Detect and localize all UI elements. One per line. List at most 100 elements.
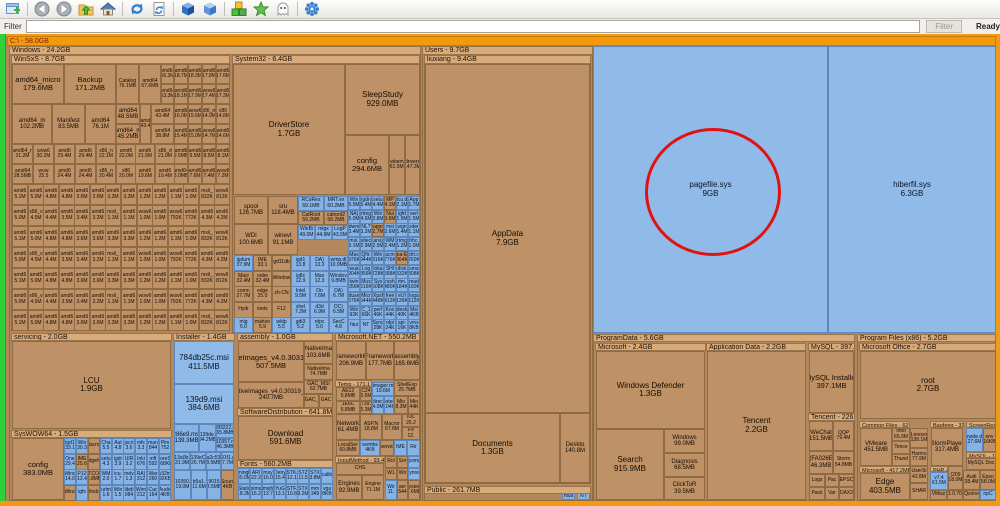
folder-cell[interactable]: x86_v4.5M bbox=[28, 205, 44, 226]
folder-cell[interactable]: amd65.0M bbox=[28, 226, 44, 247]
folder-cell[interactable]: Engine71.1M bbox=[362, 475, 384, 500]
filter-button[interactable]: Filter bbox=[926, 20, 962, 33]
folder-cell[interactable]: amd61.1M bbox=[168, 184, 184, 205]
section-header[interactable]: servicing - 2.0GB bbox=[11, 333, 172, 341]
file-cell[interactable]: free412K bbox=[384, 292, 396, 306]
folder-cell[interactable]: wow6812K bbox=[214, 268, 230, 289]
folder-cell[interactable]: x86_d21.9M bbox=[155, 144, 175, 164]
folder-cell[interactable]: amd64_micro179.6MB bbox=[12, 64, 64, 104]
folder-cell[interactable]: x86_n20.4M bbox=[96, 164, 116, 184]
folder-cell[interactable]: GAC_MSI62.7MB bbox=[304, 380, 333, 394]
folder-cell[interactable]: wow6812K bbox=[214, 184, 230, 205]
file-cell[interactable]: dynres bbox=[408, 468, 420, 480]
file-cell[interactable]: CoreSh368KB bbox=[159, 454, 171, 470]
folder-cell[interactable]: amd629.4M bbox=[54, 144, 75, 164]
folder-cell[interactable]: amd63.4M bbox=[74, 205, 90, 226]
file-cell[interactable]: MRT.ex60.2MB bbox=[324, 196, 348, 211]
file-cell[interactable]: igfd1.9M bbox=[396, 210, 408, 224]
folder-cell[interactable]: amd64.4M bbox=[43, 205, 59, 226]
folder-cell[interactable]: amd64.3M bbox=[199, 289, 215, 310]
folder-cell[interactable]: Pac bbox=[825, 474, 839, 487]
section-header[interactable]: Microsoft - 417.2MB bbox=[859, 466, 910, 473]
folder-cell[interactable]: amd67.4M bbox=[202, 164, 216, 184]
folder-cell[interactable]: Edge403.5MB bbox=[860, 473, 910, 500]
folder-cell[interactable]: Hydr bbox=[234, 302, 253, 318]
section-header[interactable]: ScreenRecord bbox=[966, 421, 996, 428]
file-cell[interactable]: hiberfil.sys6.3GB bbox=[828, 46, 996, 333]
file-cell[interactable]: igfx bbox=[76, 485, 88, 501]
folder-cell[interactable]: amd65.1M bbox=[12, 226, 28, 247]
file-cell[interactable]: Wir11. bbox=[385, 480, 397, 500]
folder-cell[interactable]: Diagnosis68.5MB bbox=[664, 453, 705, 477]
folder-cell[interactable]: amd6467.6MB bbox=[139, 64, 161, 104]
folder-cell[interactable]: GAC bbox=[319, 394, 333, 408]
folder-cell[interactable]: wow6792K bbox=[168, 247, 184, 268]
folder-cell[interactable]: wow617.4M bbox=[202, 84, 216, 104]
file-cell[interactable]: 91f1.r7.7M bbox=[221, 452, 234, 470]
folder-cell[interactable]: amd6772K bbox=[183, 205, 199, 226]
folder-cell[interactable]: wow6792K bbox=[168, 289, 184, 310]
file-cell[interactable]: RCoRes69.1MB bbox=[298, 196, 324, 211]
file-cell[interactable]: calib bbox=[321, 468, 333, 484]
file-cell[interactable]: Windov9.8MB bbox=[329, 271, 348, 287]
file-cell[interactable]: rtmg1.2M bbox=[396, 237, 408, 251]
folder-cell[interactable]: ASP.N18.8M bbox=[360, 414, 382, 440]
folder-cell[interactable]: wow61.0M bbox=[137, 247, 153, 268]
folder-cell[interactable]: msil_832K bbox=[199, 310, 215, 331]
file-cell[interactable]: api-16K bbox=[396, 319, 408, 333]
folder-cell[interactable]: amd64.8M bbox=[59, 310, 75, 331]
file-cell[interactable]: disk332K bbox=[396, 265, 408, 279]
folder-cell[interactable]: AppData7.9GB bbox=[425, 64, 590, 413]
folder-cell[interactable]: amd64.4M bbox=[43, 289, 59, 310]
file-cell[interactable]: 3f3222.r65.8MB bbox=[216, 424, 234, 438]
folder-cell[interactable]: amd69.5MB bbox=[174, 144, 188, 164]
folder-cell[interactable]: amd63.3M bbox=[105, 184, 121, 205]
folder-cell[interactable]: VMwz bbox=[930, 490, 947, 500]
folder-cell[interactable]: Deskto140.8M bbox=[560, 413, 590, 483]
folder-cell[interactable]: wow25.5 bbox=[33, 164, 54, 184]
folder-cell[interactable]: Window bbox=[272, 271, 291, 287]
file-cell[interactable]: Winc14.0 bbox=[64, 469, 76, 485]
folder-cell[interactable]: ea-E364K bbox=[396, 251, 408, 265]
file-cell[interactable]: NL?3.2M bbox=[360, 223, 372, 237]
folder-cell[interactable]: Logs bbox=[809, 474, 825, 487]
folder-cell[interactable]: amd64.8M bbox=[43, 184, 59, 205]
folder-cell[interactable]: amd63.6M bbox=[90, 310, 106, 331]
section-header[interactable]: InputMethod - 93.4 bbox=[335, 456, 385, 463]
file-cell[interactable]: Inki676 bbox=[135, 454, 147, 470]
file-cell[interactable]: Max976K bbox=[348, 251, 360, 265]
folder-cell[interactable]: amd64.3M bbox=[199, 247, 215, 268]
folder-cell[interactable]: amd63.6M bbox=[90, 268, 106, 289]
file-cell[interactable]: bhc.1.0M bbox=[408, 237, 420, 251]
folder-cell[interactable]: SHAR bbox=[910, 483, 928, 500]
folder-cell[interactable]: amd65.1M bbox=[12, 310, 28, 331]
folder-cell[interactable]: amd61.2M bbox=[137, 310, 153, 331]
file-cell[interactable]: mig6.0 bbox=[234, 317, 253, 333]
folder-cell[interactable]: amd618.3M bbox=[188, 64, 202, 84]
folder-cell[interactable]: amd65.1M bbox=[12, 268, 28, 289]
folder-cell[interactable]: 739.5.3M bbox=[360, 401, 372, 414]
folder-cell[interactable]: amd618.7M bbox=[174, 64, 188, 84]
folder-cell[interactable]: IME33.1 bbox=[253, 255, 272, 271]
file-cell[interactable]: ntus bbox=[562, 493, 575, 500]
folder-cell[interactable]: wow61.0M bbox=[137, 205, 153, 226]
file-cell[interactable]: duse576K bbox=[348, 292, 360, 306]
file-cell[interactable]: Xpsf448K bbox=[372, 292, 384, 306]
file-cell[interactable]: STZ11.5 bbox=[297, 468, 309, 484]
folder-cell[interactable]: amd63.2M bbox=[90, 289, 106, 310]
folder-cell[interactable]: Storm54.8MB bbox=[833, 451, 854, 474]
folder-cell[interactable]: Rol bbox=[385, 456, 397, 468]
file-cell[interactable]: NT bbox=[577, 493, 590, 500]
file-cell[interactable]: a2c538.5MB bbox=[206, 452, 221, 470]
section-header[interactable]: Windows - 24.2GB bbox=[9, 46, 421, 55]
settings-icon[interactable] bbox=[301, 1, 323, 18]
folder-cell[interactable]: amd6476.1M bbox=[85, 104, 116, 144]
folder-cell[interactable]: amd63.5M bbox=[59, 205, 75, 226]
file-cell[interactable]: igd113.8 bbox=[291, 255, 310, 271]
folder-cell[interactable]: edge25.0 bbox=[253, 286, 272, 302]
file-cell[interactable]: Win92K bbox=[348, 306, 360, 320]
folder-cell[interactable]: Sourc4KB bbox=[221, 470, 234, 500]
folder-cell[interactable]: 1E6C5.8MB bbox=[336, 401, 360, 414]
folder-cell[interactable]: x8614.8M bbox=[216, 104, 230, 124]
folder-cell[interactable]: AE125.8MB bbox=[336, 387, 360, 401]
